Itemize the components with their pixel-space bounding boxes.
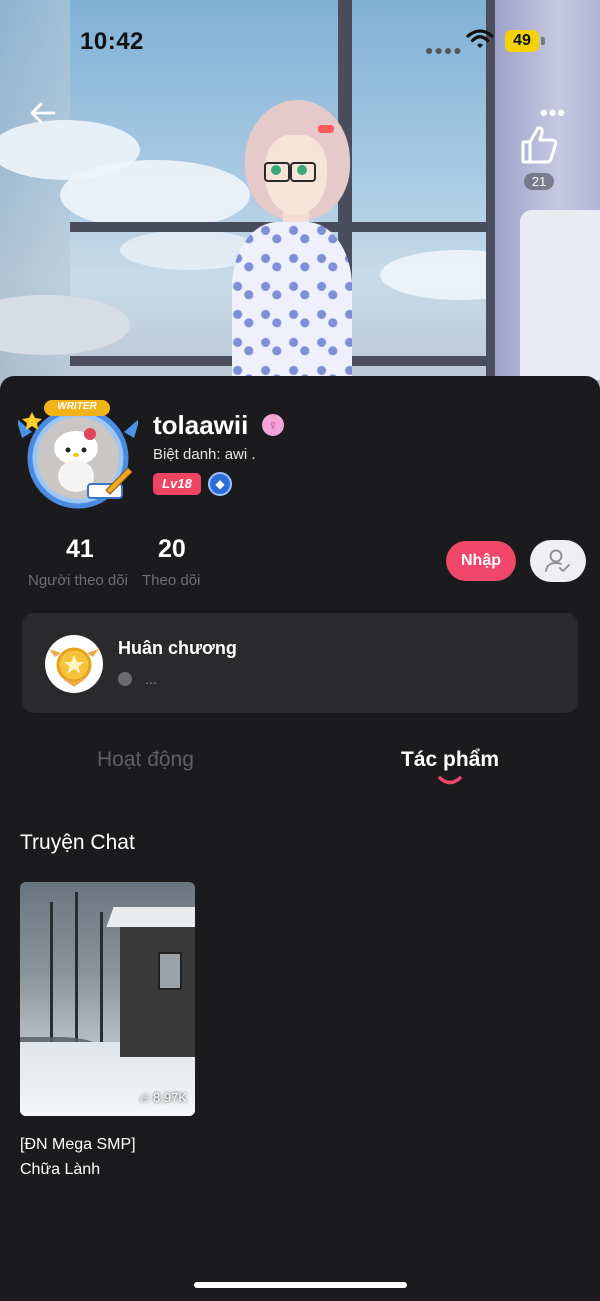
level-badge: Lv18 (153, 473, 201, 495)
story-views: 🔥︎ 8.97K (140, 1090, 187, 1106)
battery-tip (541, 37, 545, 45)
medals-subtitle: ... (145, 671, 157, 687)
likes-count: 21 (523, 173, 555, 190)
tab-tac-pham[interactable]: Tác phẩm (401, 748, 499, 772)
medal-slot-icon (118, 672, 132, 686)
medals-panel[interactable] (22, 613, 578, 713)
story-title-line1: [ĐN Mega SMP] (20, 1136, 136, 1153)
user-check-icon (545, 549, 570, 572)
back-arrow-icon[interactable] (28, 98, 58, 128)
home-indicator[interactable] (194, 1282, 407, 1288)
tab-hoat-dong[interactable]: Hoạt động (97, 748, 194, 772)
section-title: Truyện Chat (20, 831, 135, 854)
following-count: 20 (158, 535, 186, 563)
status-time: 10:42 (80, 28, 144, 55)
follow-status-button[interactable] (530, 540, 586, 582)
medals-title: Huân chương (118, 638, 237, 658)
avatar[interactable]: WRITER (16, 398, 140, 510)
battery-indicator: 49 (505, 30, 539, 52)
following-label[interactable]: Theo dõi (142, 572, 200, 589)
nickname: Biệt danh: awi . (153, 446, 256, 463)
story-card[interactable]: 🔥︎ 8.97K (20, 882, 195, 1116)
story-title-line2: Chữa Lành (20, 1161, 101, 1178)
medal-icon (45, 635, 103, 693)
gender-female-icon: ♀ (262, 414, 284, 436)
wifi-icon (466, 29, 494, 48)
cellular-signal-icon: ●●●● (425, 42, 463, 58)
thumbs-up-icon (521, 126, 558, 164)
story-title[interactable]: [ĐN Mega SMP] Chữa Lành (20, 1132, 220, 1182)
verified-badge-icon: ◆ (208, 472, 232, 496)
story-views-count: 8.97K (153, 1090, 187, 1105)
followers-label[interactable]: Người theo dõi (28, 572, 128, 589)
writer-avatar-frame (16, 400, 140, 509)
fire-icon: 🔥︎ (139, 1090, 150, 1105)
writer-badge-label: WRITER (57, 401, 97, 412)
profile-cover-image (0, 0, 600, 400)
nhap-button[interactable]: Nhập (446, 541, 516, 581)
active-tab-indicator (438, 776, 462, 785)
username: tolaawii (153, 410, 249, 440)
followers-count: 41 (66, 535, 94, 563)
like-button[interactable]: 21 (515, 122, 563, 191)
